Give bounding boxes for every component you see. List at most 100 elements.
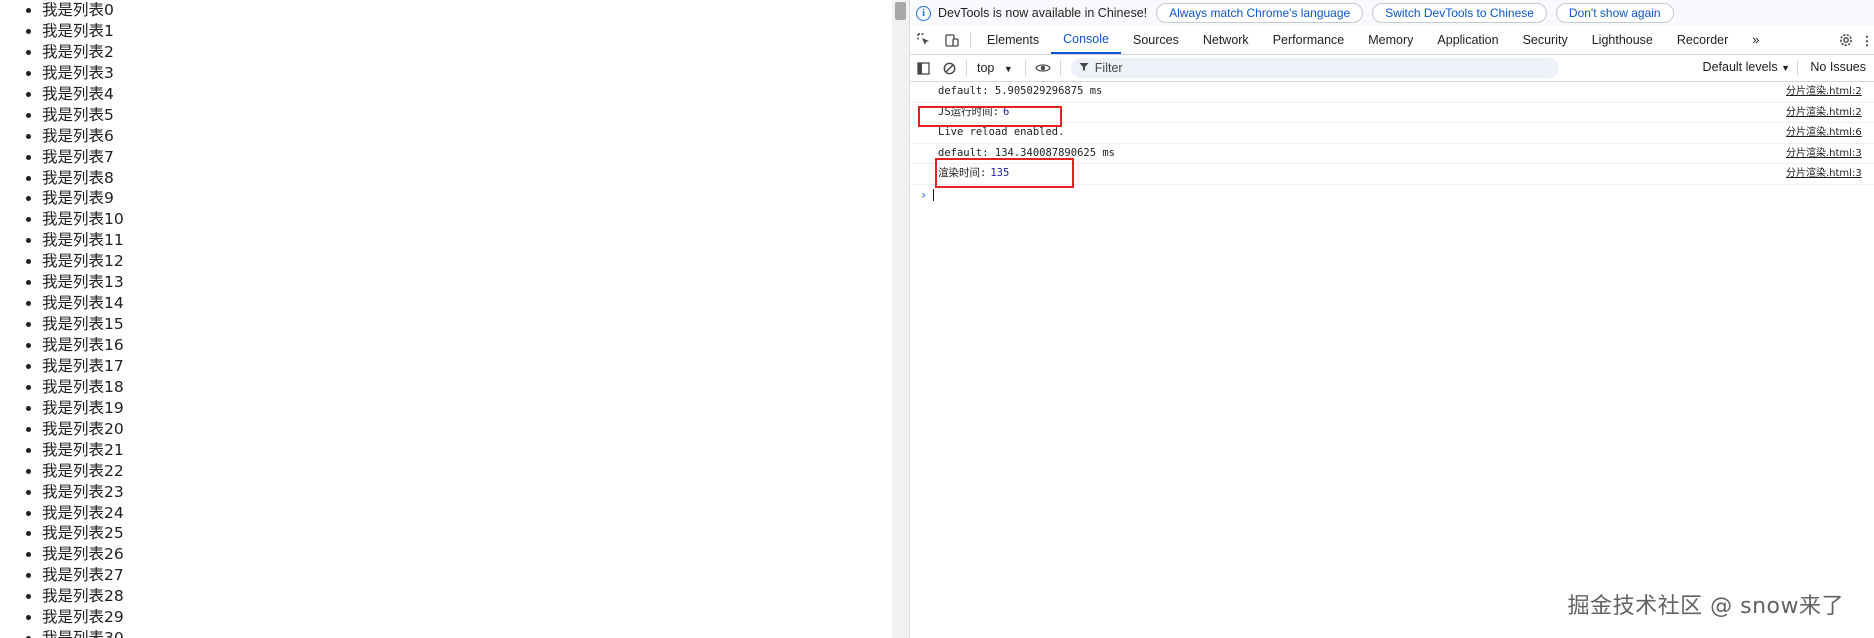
context-label: top <box>977 61 995 75</box>
toolbar-divider <box>966 60 967 76</box>
devtools-panel: i DevTools is now available in Chinese! … <box>910 0 1874 638</box>
list-item: 我是列表5 <box>42 105 892 126</box>
console-message: default: 134.340087890625 ms 分片渲染.html:3 <box>910 144 1874 165</box>
toolbar-divider <box>1797 60 1798 76</box>
list-item: 我是列表23 <box>42 482 892 503</box>
source-link[interactable]: 分片渲染.html:3 <box>1786 164 1874 184</box>
tab-recorder[interactable]: Recorder <box>1665 26 1740 54</box>
message-text: default: 5.905029296875 ms <box>938 85 1103 97</box>
list-item: 我是列表13 <box>42 272 892 293</box>
filter-icon <box>1079 61 1089 75</box>
kebab-menu-icon[interactable]: ⋮ <box>1860 33 1874 48</box>
list-item: 我是列表10 <box>42 209 892 230</box>
toolbar-divider <box>1059 60 1061 76</box>
watermark: 掘金技术社区 @ snow来了 <box>1567 594 1844 619</box>
scrollbar-thumb[interactable] <box>895 2 906 20</box>
page-scrollbar[interactable] <box>892 0 910 638</box>
infobar-message: DevTools is now available in Chinese! <box>938 6 1148 20</box>
panel-tabs: Elements Console Sources Network Performance… <box>975 26 1740 54</box>
list-item: 我是列表9 <box>42 188 892 209</box>
list-item: 我是列表8 <box>42 168 892 189</box>
tab-sources[interactable]: Sources <box>1121 26 1191 54</box>
list-item: 我是列表26 <box>42 544 892 565</box>
sidebar-toggle-icon[interactable] <box>910 61 936 75</box>
tabbar-divider <box>970 32 971 48</box>
message-value: 135 <box>990 167 1010 180</box>
console-message: 渲染时间: 135 分片渲染.html:3 <box>910 164 1874 185</box>
message-text: default: 134.340087890625 ms <box>938 146 1116 159</box>
more-tabs-icon[interactable]: » <box>1740 26 1771 54</box>
list-item: 我是列表15 <box>42 314 892 335</box>
message-text: 渲染时间: <box>938 167 987 180</box>
console-prompt[interactable]: › <box>910 185 1874 205</box>
switch-language-button[interactable]: Switch DevTools to Chinese <box>1372 3 1547 23</box>
toolbar-divider <box>1024 60 1026 76</box>
message-text: Live reload enabled. <box>938 126 1065 139</box>
filter-placeholder: Filter <box>1094 61 1123 75</box>
console-toolbar: top ▼ Filter Default levels ▼ No Issues <box>910 55 1874 82</box>
list-item: 我是列表4 <box>42 84 892 105</box>
eye-icon[interactable] <box>1030 62 1056 74</box>
list-item: 我是列表29 <box>42 607 892 628</box>
source-link[interactable]: 分片渲染.html:2 <box>1786 82 1874 102</box>
list-item: 我是列表25 <box>42 523 892 544</box>
source-link[interactable]: 分片渲染.html:2 <box>1786 103 1874 123</box>
list-item: 我是列表0 <box>42 0 892 21</box>
tab-elements[interactable]: Elements <box>975 26 1051 54</box>
device-toolbar-icon[interactable] <box>938 26 966 54</box>
issues-counter[interactable]: No Issues <box>1810 60 1866 74</box>
list-item: 我是列表2 <box>42 42 892 63</box>
list-item: 我是列表6 <box>42 126 892 147</box>
tab-network[interactable]: Network <box>1191 26 1261 54</box>
list-item: 我是列表3 <box>42 63 892 84</box>
devtools-settings-area: ⋮ <box>1832 26 1874 54</box>
source-link[interactable]: 分片渲染.html:6 <box>1786 123 1874 143</box>
list-item: 我是列表1 <box>42 21 892 42</box>
tab-memory[interactable]: Memory <box>1356 26 1425 54</box>
list-item: 我是列表11 <box>42 230 892 251</box>
list-item: 我是列表20 <box>42 419 892 440</box>
source-link[interactable]: 分片渲染.html:3 <box>1786 144 1874 164</box>
list-item: 我是列表27 <box>42 565 892 586</box>
gear-icon[interactable] <box>1832 33 1860 47</box>
tab-security[interactable]: Security <box>1511 26 1580 54</box>
text-caret <box>933 189 935 202</box>
list-item: 我是列表30 <box>42 628 892 638</box>
console-message: default: 5.905029296875 ms 分片渲染.html:2 <box>910 82 1874 103</box>
dont-show-again-button[interactable]: Don't show again <box>1555 3 1674 23</box>
list-item: 我是列表7 <box>42 147 892 168</box>
message-text: JS运行时间: <box>938 105 999 118</box>
list-item: 我是列表19 <box>42 398 892 419</box>
rendered-list: 我是列表0我是列表1我是列表2我是列表3我是列表4我是列表5我是列表6我是列表7… <box>0 0 892 638</box>
inspect-element-icon[interactable] <box>910 26 938 54</box>
clear-console-icon[interactable] <box>936 62 962 75</box>
page-viewport: 我是列表0我是列表1我是列表2我是列表3我是列表4我是列表5我是列表6我是列表7… <box>0 0 892 638</box>
tab-lighthouse[interactable]: Lighthouse <box>1580 26 1665 54</box>
caret-down-icon: ▼ <box>1781 63 1790 73</box>
chevron-down-icon: ▼ <box>1003 64 1013 74</box>
match-language-button[interactable]: Always match Chrome's language <box>1156 3 1364 23</box>
list-item: 我是列表16 <box>42 335 892 356</box>
list-item: 我是列表28 <box>42 586 892 607</box>
list-item: 我是列表12 <box>42 251 892 272</box>
context-selector[interactable]: top ▼ <box>977 61 1013 75</box>
filter-input[interactable]: Filter <box>1070 58 1559 78</box>
prompt-chevron-icon: › <box>920 187 928 202</box>
list-item: 我是列表14 <box>42 293 892 314</box>
tab-application[interactable]: Application <box>1425 26 1510 54</box>
tab-console[interactable]: Console <box>1051 26 1121 54</box>
list-item: 我是列表22 <box>42 461 892 482</box>
console-message: Live reload enabled. 分片渲染.html:6 <box>910 123 1874 144</box>
language-infobar: i DevTools is now available in Chinese! … <box>910 0 1874 26</box>
message-value: 6 <box>1002 105 1010 118</box>
devtools-tabbar: Elements Console Sources Network Performance… <box>910 26 1874 55</box>
console-message: JS运行时间: 6 分片渲染.html:2 <box>910 103 1874 124</box>
list-item: 我是列表21 <box>42 440 892 461</box>
log-levels-dropdown[interactable]: Default levels ▼ <box>1703 60 1790 74</box>
list-item: 我是列表18 <box>42 377 892 398</box>
tab-performance[interactable]: Performance <box>1261 26 1357 54</box>
info-icon: i <box>916 5 931 21</box>
log-levels-label: Default levels <box>1702 60 1778 74</box>
list-item: 我是列表17 <box>42 356 892 377</box>
console-messages: default: 5.905029296875 ms 分片渲染.html:2 JS运… <box>910 82 1874 205</box>
